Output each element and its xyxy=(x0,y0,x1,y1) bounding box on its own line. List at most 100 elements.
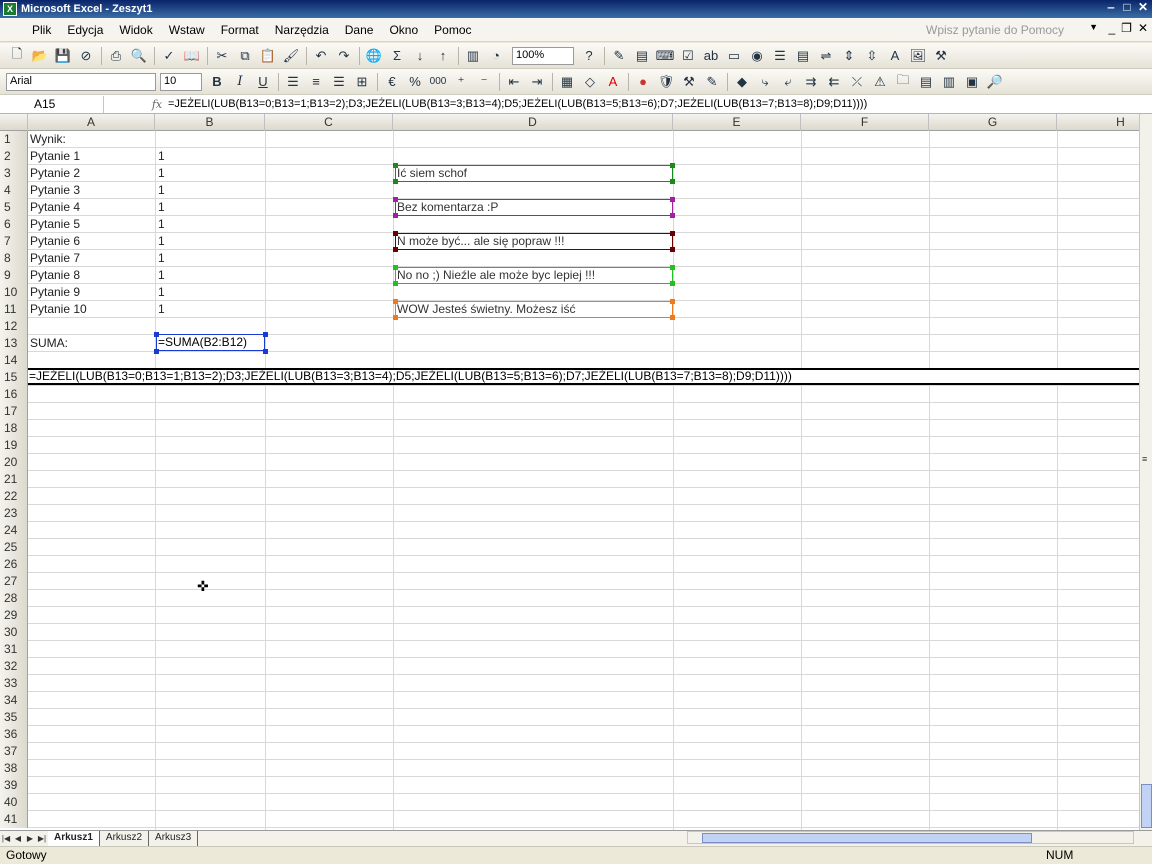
textbox-control-icon[interactable]: ab xyxy=(700,45,722,67)
help-question-box[interactable]: Wpisz pytanie do Pomocy xyxy=(922,21,1098,39)
sheet-tab-arkusz3[interactable]: Arkusz3 xyxy=(149,831,199,846)
trace-dependents-icon[interactable]: ⇉ xyxy=(800,71,822,93)
row-header[interactable]: 21 xyxy=(0,471,28,488)
insert-function-icon[interactable]: fx xyxy=(146,98,168,111)
column-header-e[interactable]: E xyxy=(673,114,801,131)
font-size-select[interactable]: 10 xyxy=(160,72,202,91)
properties-icon[interactable]: ▤ xyxy=(631,45,653,67)
textbox-message[interactable]: WOW Jesteś świetny. Możesz iść xyxy=(395,301,673,318)
view-code-icon[interactable]: ⌨ xyxy=(654,45,676,67)
minimize-icon[interactable]: ‒ xyxy=(1104,1,1118,15)
resize-handle[interactable] xyxy=(393,197,398,202)
evaluate-formula-icon[interactable]: 🔎 xyxy=(984,71,1006,93)
row-header[interactable]: 31 xyxy=(0,641,28,658)
row-header[interactable]: 29 xyxy=(0,607,28,624)
help-icon[interactable]: ? xyxy=(578,45,600,67)
row-header[interactable]: 41 xyxy=(0,811,28,828)
name-box[interactable]: A15 xyxy=(0,95,104,113)
selection-handle[interactable] xyxy=(263,332,268,337)
cell-b[interactable]: 1 xyxy=(156,267,264,284)
row-header[interactable]: 23 xyxy=(0,505,28,522)
cell-a[interactable]: Wynik: xyxy=(28,131,155,148)
italic-button[interactable]: I xyxy=(229,71,251,93)
resize-handle[interactable] xyxy=(393,315,398,320)
chart-wizard-icon[interactable]: ▥ xyxy=(462,45,484,67)
first-sheet-icon[interactable]: |◀ xyxy=(0,834,12,843)
autosum-icon[interactable]: Σ xyxy=(386,45,408,67)
row-header[interactable]: 3 xyxy=(0,165,28,182)
undo-icon[interactable]: ↶ xyxy=(310,45,332,67)
menu-widok[interactable]: Widok xyxy=(111,23,160,37)
row-header[interactable]: 14 xyxy=(0,352,28,369)
menu-pomoc[interactable]: Pomoc xyxy=(426,23,479,37)
vertical-scrollbar[interactable]: ≡ xyxy=(1139,114,1152,830)
menu-okno[interactable]: Okno xyxy=(381,23,426,37)
menu-narzedzia[interactable]: Narzędzia xyxy=(267,23,337,37)
drawing-icon[interactable]: ◔ xyxy=(485,45,507,67)
spinbutton-icon[interactable]: ⇕ xyxy=(838,45,860,67)
record-macro-icon[interactable]: ● xyxy=(632,71,654,93)
research-icon[interactable]: 📖 xyxy=(181,45,203,67)
menu-format[interactable]: Format xyxy=(213,23,267,37)
new-comment-icon[interactable]: 🗀 xyxy=(892,71,914,93)
textbox-message[interactable]: Ić siem schof xyxy=(395,165,673,182)
save-icon[interactable]: 💾 xyxy=(52,45,74,67)
label-control-icon[interactable]: A xyxy=(884,45,906,67)
bold-button[interactable]: B xyxy=(206,71,228,93)
trace-error-icon[interactable]: ⚠ xyxy=(869,71,891,93)
thousands-separator-button[interactable]: 000 xyxy=(427,71,449,93)
row-header[interactable]: 35 xyxy=(0,709,28,726)
resize-handle[interactable] xyxy=(393,265,398,270)
underline-button[interactable]: U xyxy=(252,71,274,93)
sort-descending-icon[interactable]: ↑ xyxy=(432,45,454,67)
row-header[interactable]: 25 xyxy=(0,539,28,556)
button-control-icon[interactable]: ▭ xyxy=(723,45,745,67)
doc-minimize-icon[interactable]: _ xyxy=(1108,21,1115,35)
cell-a[interactable]: Pytanie 5 xyxy=(28,216,155,233)
row-header[interactable]: 28 xyxy=(0,590,28,607)
row-header[interactable]: 30 xyxy=(0,624,28,641)
design-mode-icon[interactable]: ✎ xyxy=(608,45,630,67)
cell-a[interactable]: Pytanie 10 xyxy=(28,301,155,318)
resize-handle[interactable] xyxy=(393,213,398,218)
resize-handle[interactable] xyxy=(670,231,675,236)
cell-a[interactable]: Pytanie 9 xyxy=(28,284,155,301)
fill-color-icon[interactable]: ◇ xyxy=(579,71,601,93)
row-header[interactable]: 26 xyxy=(0,556,28,573)
split-grip-icon[interactable]: ≡ xyxy=(1142,454,1147,464)
align-right-icon[interactable]: ☰ xyxy=(328,71,350,93)
print-icon[interactable]: ⎙ xyxy=(105,45,127,67)
horizontal-scroll-thumb[interactable] xyxy=(702,833,1032,843)
cell-a[interactable]: Pytanie 7 xyxy=(28,250,155,267)
cell-a15-formula[interactable]: =JEŻELI(LUB(B13=0;B13=1;B13=2);D3;JEŻELI… xyxy=(28,368,1139,385)
cell-b[interactable]: 1 xyxy=(156,199,264,216)
row-header[interactable]: 5 xyxy=(0,199,28,216)
trace-precedents-icon[interactable]: ⤷ xyxy=(754,71,776,93)
cell-a[interactable]: Pytanie 1 xyxy=(28,148,155,165)
worksheet-grid[interactable]: A B C D E F G H 1 Wynik: 2 Pytanie 1 1 3 Pytan… xyxy=(0,114,1139,830)
next-sheet-icon[interactable]: ▶ xyxy=(24,834,36,843)
row-header[interactable]: 9 xyxy=(0,267,28,284)
resize-handle[interactable] xyxy=(670,299,675,304)
selected-cell-b13[interactable]: =SUMA(B2:B12) xyxy=(156,334,265,351)
resize-handle[interactable] xyxy=(670,265,675,270)
cut-icon[interactable]: ✂ xyxy=(211,45,233,67)
maximize-icon[interactable]: □ xyxy=(1120,1,1134,15)
more-controls-icon[interactable]: ⚒ xyxy=(930,45,952,67)
resize-handle[interactable] xyxy=(670,247,675,252)
resize-handle[interactable] xyxy=(670,281,675,286)
row-header[interactable]: 1 xyxy=(0,131,28,148)
currency-icon[interactable]: € xyxy=(381,71,403,93)
cell-b[interactable]: 1 xyxy=(156,148,264,165)
cell-a[interactable]: Pytanie 8 xyxy=(28,267,155,284)
doc-restore-icon[interactable]: ❐ xyxy=(1121,21,1132,35)
row-header[interactable]: 8 xyxy=(0,250,28,267)
resize-handle[interactable] xyxy=(393,281,398,286)
font-color-icon[interactable]: A xyxy=(602,71,624,93)
row-header[interactable]: 34 xyxy=(0,692,28,709)
clear-circles-icon[interactable]: ▥ xyxy=(938,71,960,93)
menu-plik[interactable]: Plik xyxy=(24,23,59,37)
row-header[interactable]: 40 xyxy=(0,794,28,811)
resize-handle[interactable] xyxy=(670,163,675,168)
decrease-decimal-icon[interactable]: ⁻ xyxy=(473,71,495,93)
